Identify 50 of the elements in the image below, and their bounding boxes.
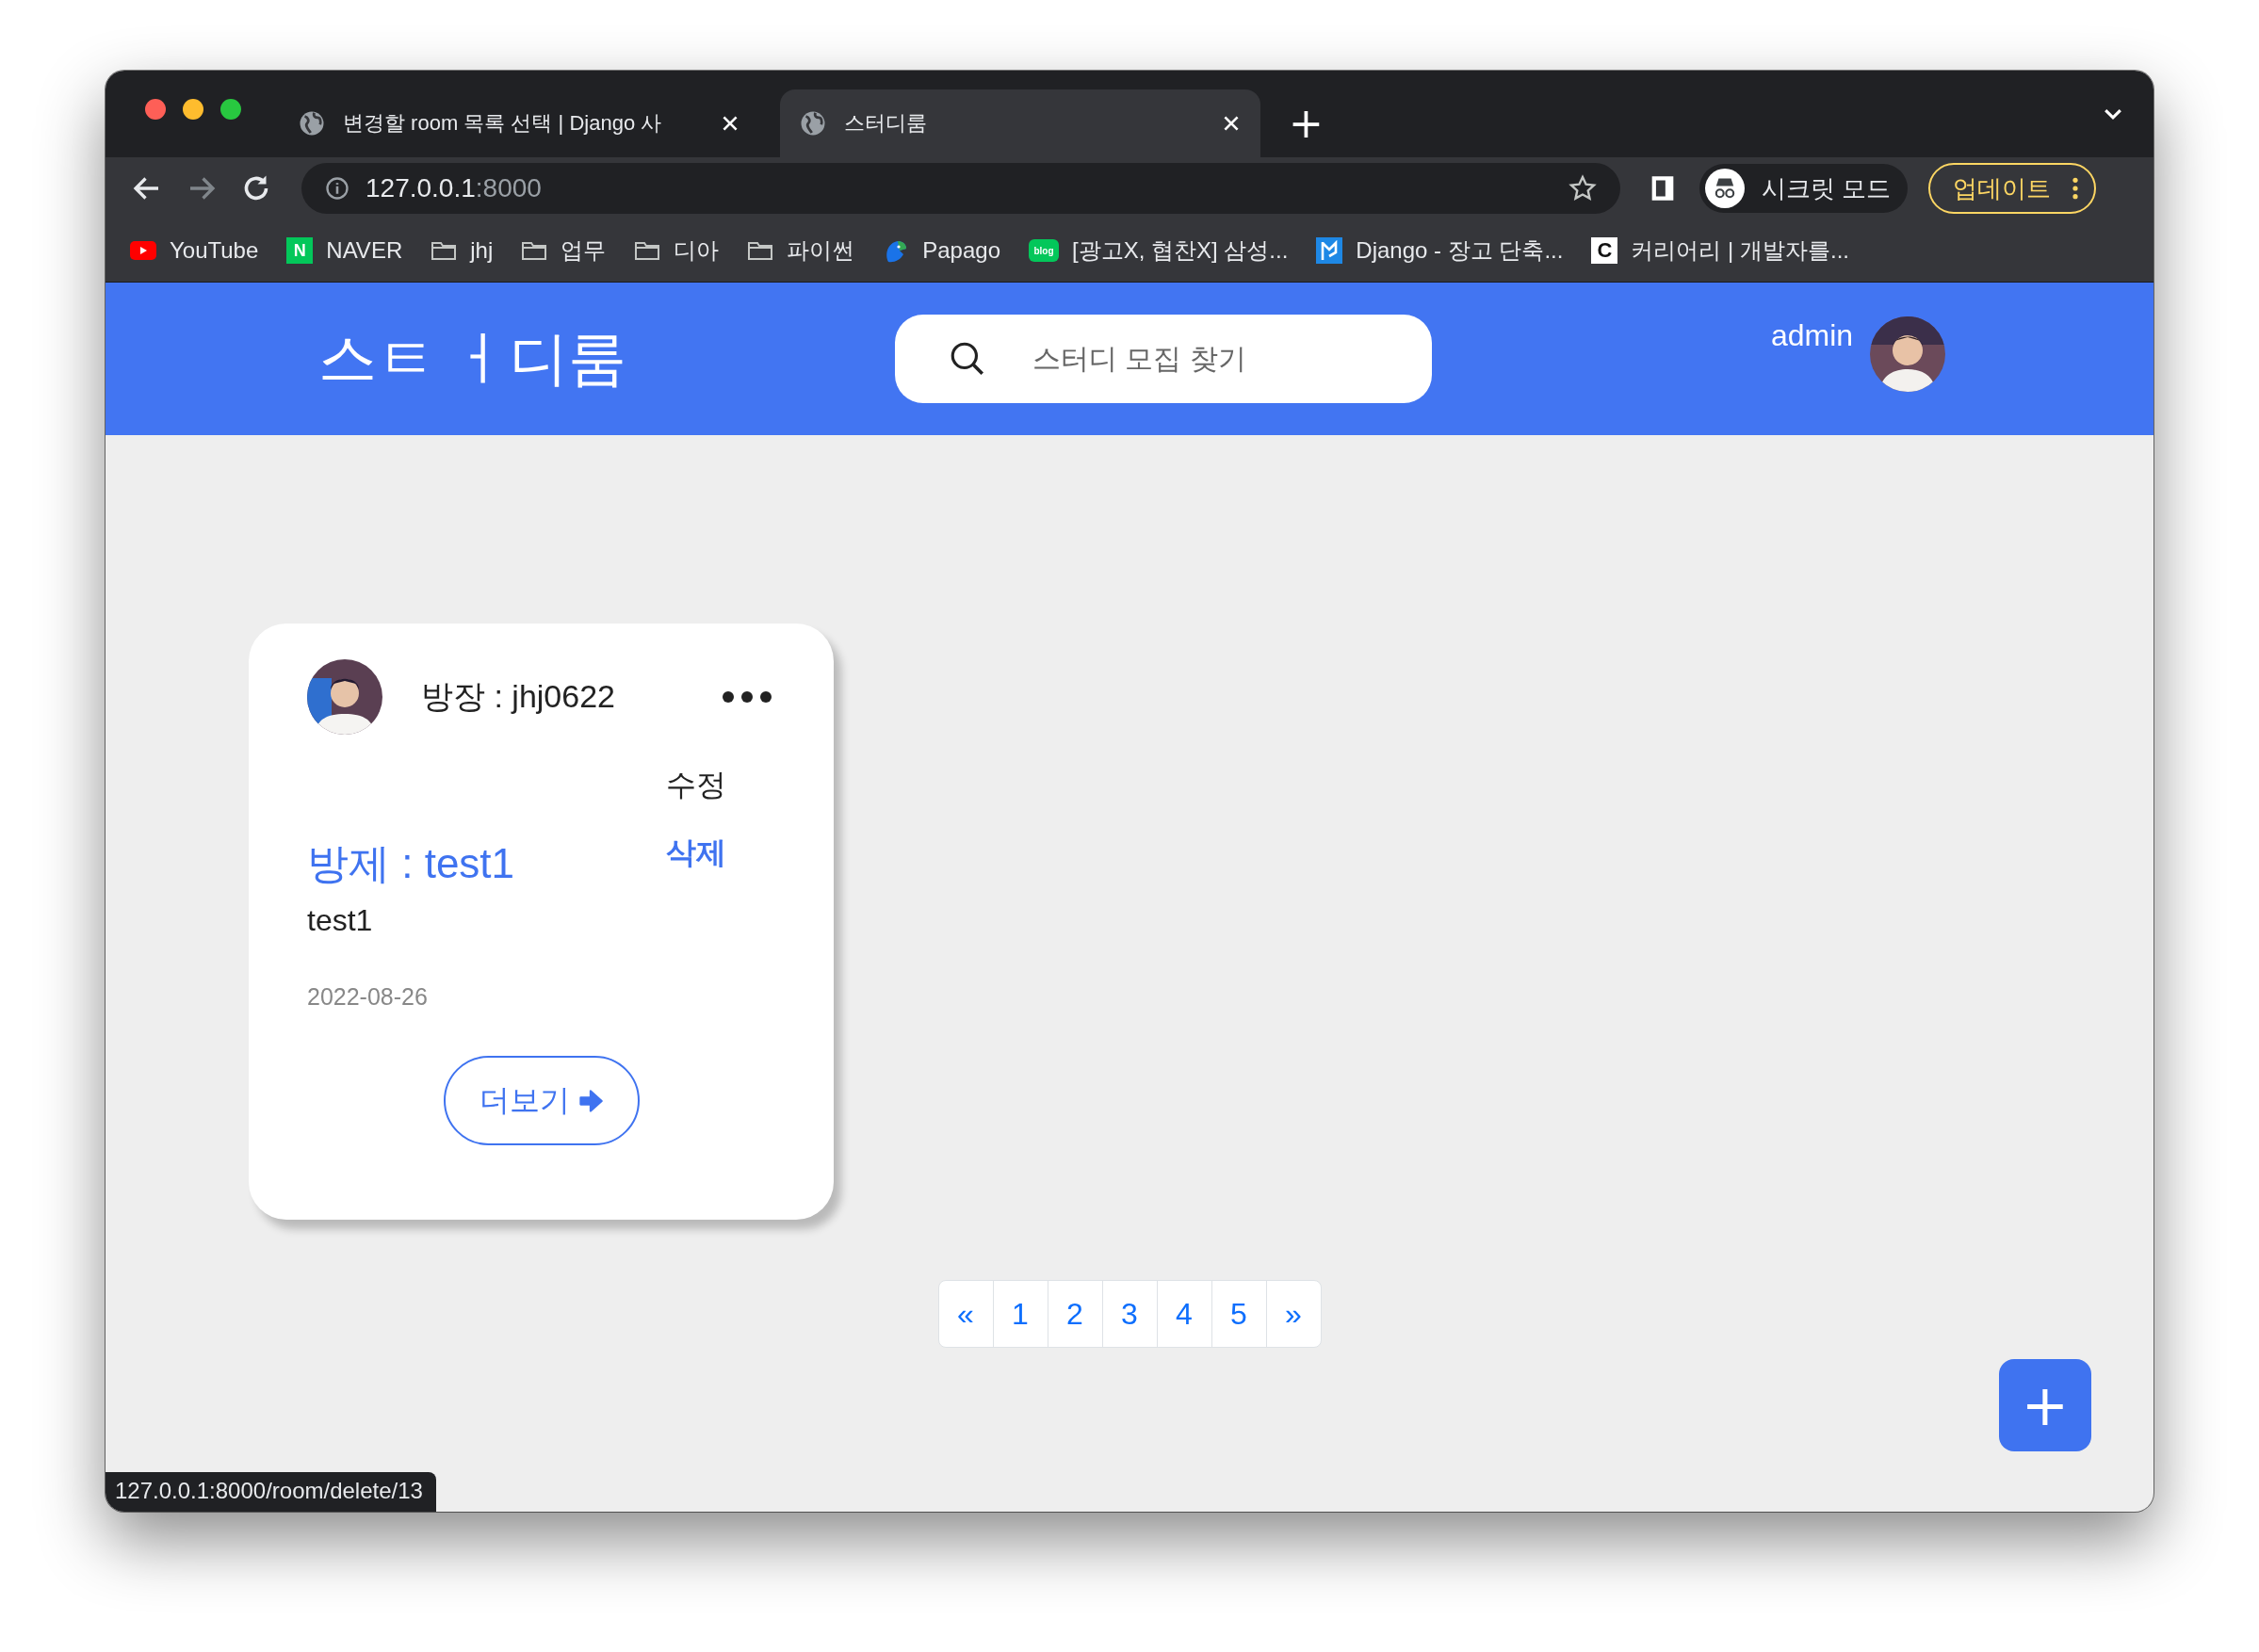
info-icon: [324, 175, 350, 202]
more-icon: [2072, 176, 2080, 201]
user-name[interactable]: admin: [1771, 318, 1854, 353]
site-logo[interactable]: 스ㅌ ㅓ디룸: [318, 319, 895, 398]
bookmark-item[interactable]: Papago: [883, 237, 1000, 264]
page-link[interactable]: 5: [1211, 1281, 1266, 1347]
incognito-icon: [1705, 169, 1745, 208]
page-link[interactable]: «: [938, 1281, 993, 1347]
browser-tab[interactable]: 변경할 room 목록 선택 | Django 사: [279, 89, 759, 157]
letter-badge-icon: C: [1591, 237, 1618, 264]
new-tab-button[interactable]: +: [1281, 99, 1331, 148]
blog-badge-icon: blog: [1029, 239, 1059, 262]
menu-item[interactable]: 수정: [666, 765, 726, 806]
maximize-window-button[interactable]: [220, 99, 241, 120]
more-icon[interactable]: [722, 690, 772, 704]
globe-icon: [298, 109, 326, 138]
bookmark-item[interactable]: blog [광고X, 협찬X] 삼성...: [1029, 235, 1289, 266]
status-url: 127.0.0.1:8000/room/delete/13: [106, 1472, 436, 1512]
more-button[interactable]: 더보기: [443, 1056, 640, 1145]
arrow-right-icon: [577, 1087, 604, 1114]
bookmark-item[interactable]: jhj: [431, 237, 494, 264]
room-owner: 방장 : jhj0622: [421, 677, 615, 716]
page-link[interactable]: 3: [1101, 1281, 1157, 1347]
address-bar[interactable]: 127.0.0.1:8000: [301, 163, 1620, 214]
naver-badge-icon: N: [286, 237, 314, 264]
page-link[interactable]: 4: [1156, 1281, 1211, 1347]
bookmark-item[interactable]: YouTube: [130, 237, 259, 264]
bookmark-item[interactable]: N NAVER: [286, 237, 403, 264]
room-title[interactable]: 방제 : test1: [307, 836, 515, 892]
menu-item[interactable]: 삭제: [666, 833, 726, 874]
page-link[interactable]: 2: [1047, 1281, 1102, 1347]
page-link[interactable]: »: [1265, 1281, 1321, 1347]
close-window-button[interactable]: [145, 99, 166, 120]
bookmark-item[interactable]: 업무: [521, 235, 607, 266]
bookmark-star-icon[interactable]: [1568, 173, 1598, 203]
minimize-window-button[interactable]: [183, 99, 203, 120]
bookmark-item[interactable]: 파이썬: [747, 235, 855, 266]
search-field[interactable]: 스터디 모집 찾기: [895, 315, 1432, 403]
add-button[interactable]: +: [1999, 1359, 2091, 1451]
globe-icon: [799, 109, 827, 138]
page-link[interactable]: 1: [992, 1281, 1048, 1347]
bookmark-item[interactable]: 디아: [634, 235, 720, 266]
update-button[interactable]: 업데이트: [1928, 163, 2097, 214]
browser-tab[interactable]: 스터디룸: [780, 89, 1260, 157]
flag-icon: [1316, 237, 1343, 264]
bookmark-item[interactable]: C 커리어리 | 개발자를...: [1591, 235, 1849, 266]
room-description: test1: [307, 903, 374, 938]
incognito-badge[interactable]: 시크릿 모드: [1699, 164, 1909, 213]
bookmark-item[interactable]: Django - 장고 단축...: [1316, 235, 1564, 266]
room-date: 2022-08-26: [307, 983, 429, 1011]
